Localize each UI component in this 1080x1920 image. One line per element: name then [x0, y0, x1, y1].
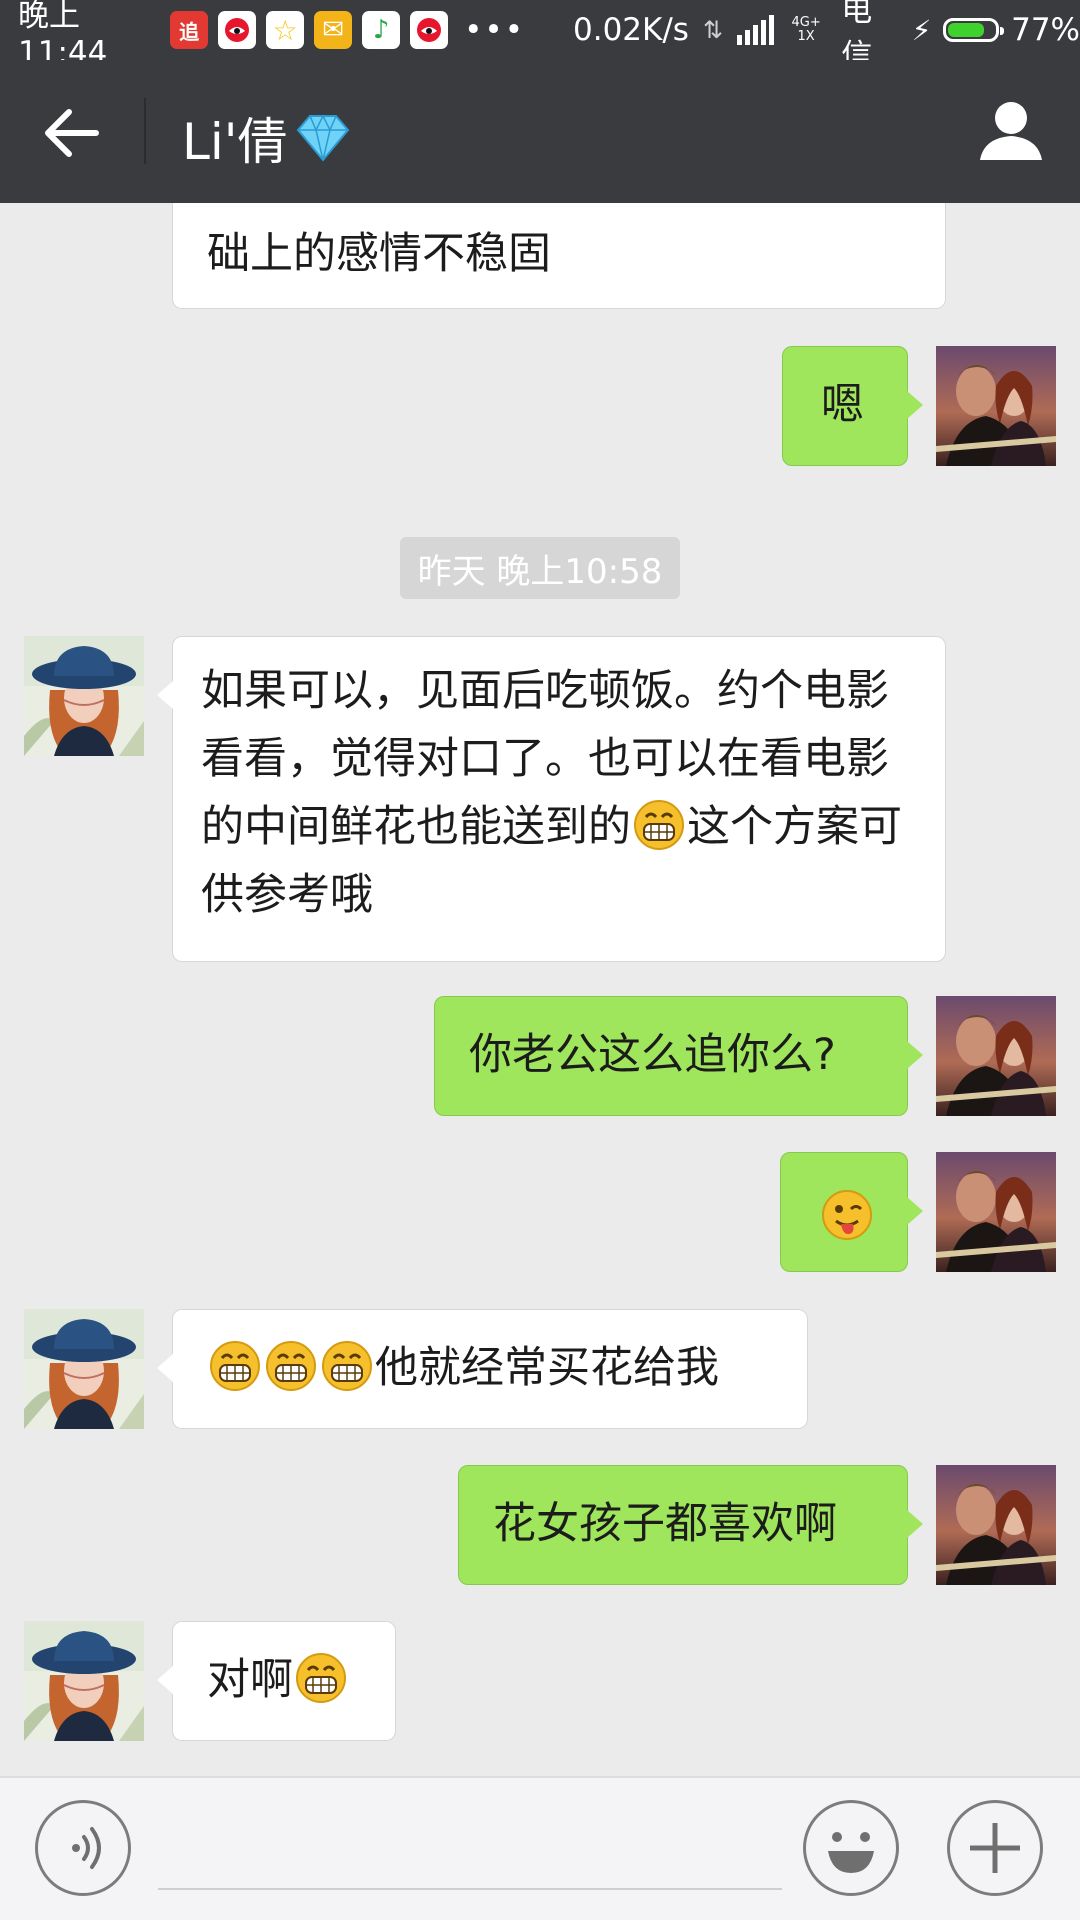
grinning-emoji — [321, 1340, 373, 1392]
plus-icon — [970, 1823, 1020, 1873]
more-notifications-indicator: ••• — [464, 12, 525, 48]
message-text: 础上的感情不稳固 — [207, 229, 551, 279]
contact-avatar[interactable] — [24, 1621, 144, 1741]
notification-icons: 追 ☆ ✉ ♪ — [170, 11, 458, 49]
message-bubble-received[interactable]: 如果可以，见面后吃顿饭。约个电影看看，觉得对口了。也可以在看电影的中间鲜花也能送… — [157, 636, 946, 962]
my-avatar[interactable] — [936, 346, 1056, 466]
zhui-app-icon: 追 — [170, 11, 209, 49]
network-type: 4G+ 1X — [791, 15, 821, 44]
signal-icon — [737, 15, 777, 45]
winking-tongue-emoji — [821, 1189, 873, 1241]
grinning-emoji — [265, 1340, 317, 1392]
battery-level — [948, 23, 984, 37]
chat-title: Li'倩 — [182, 102, 352, 174]
contact-avatar[interactable] — [24, 636, 144, 756]
message-bubble-sent[interactable] — [780, 1152, 923, 1272]
message-bubble-received[interactable]: 对啊 — [157, 1621, 396, 1741]
voice-input-button[interactable] — [35, 1800, 131, 1896]
music-app-icon: ♪ — [362, 11, 401, 49]
my-avatar[interactable] — [936, 996, 1056, 1116]
message-input-bar — [0, 1776, 1080, 1920]
message-bubble-sent[interactable]: 嗯 — [782, 346, 923, 466]
mail-icon: ✉ — [314, 11, 353, 49]
star-app-icon: ☆ — [266, 11, 305, 49]
message-text: 你老公这么追你么? — [469, 1030, 836, 1080]
message-list[interactable]: 础上的感情不稳固 嗯 昨天 晚上10:58 如果可以，见面后吃顿饭。约个电影看看… — [0, 203, 1080, 1776]
data-transfer-icon: ⇅ — [702, 16, 724, 44]
weibo-icon-2 — [410, 11, 449, 49]
message-bubble-sent[interactable]: 花女孩子都喜欢啊 — [458, 1465, 923, 1585]
contact-name: Li'倩 — [182, 113, 288, 171]
weibo-icon — [218, 11, 257, 49]
contact-profile-button[interactable] — [978, 98, 1044, 164]
message-text: 他就经常买花给我 — [375, 1343, 719, 1393]
my-avatar[interactable] — [936, 1465, 1056, 1585]
contact-avatar[interactable] — [24, 1309, 144, 1429]
grinning-emoji — [295, 1652, 347, 1704]
smiley-icon — [828, 1832, 874, 1873]
message-bubble-received[interactable]: 他就经常买花给我 — [157, 1309, 808, 1429]
person-icon — [980, 102, 1042, 160]
grinning-emoji — [209, 1340, 261, 1392]
back-button[interactable] — [36, 98, 106, 168]
message-text: 嗯 — [821, 380, 864, 430]
message-text: 对啊 — [207, 1655, 293, 1705]
back-arrow-icon — [45, 109, 99, 157]
emoji-button[interactable] — [803, 1800, 899, 1896]
chat-header: Li'倩 — [0, 60, 1080, 203]
network-speed: 0.02K/s — [573, 12, 689, 48]
charging-icon: ⚡ — [911, 13, 932, 47]
status-bar: 晚上11:44 追 ☆ ✉ ♪ ••• 0.02K/s ⇅ 4G+ 1X 电信 … — [0, 0, 1080, 74]
message-text: 花女孩子都喜欢啊 — [493, 1499, 837, 1549]
header-divider — [144, 98, 146, 164]
message-timestamp: 昨天 晚上10:58 — [400, 537, 680, 599]
message-input[interactable] — [158, 1818, 782, 1890]
battery-percent: 77% — [1011, 12, 1080, 48]
voice-icon — [72, 1827, 101, 1869]
more-options-button[interactable] — [947, 1800, 1043, 1896]
message-bubble-received[interactable]: 础上的感情不稳固 — [172, 203, 946, 309]
my-avatar[interactable] — [936, 1152, 1056, 1272]
battery-icon — [943, 18, 1005, 42]
grinning-emoji — [633, 799, 685, 851]
diamond-icon — [296, 114, 349, 162]
message-bubble-sent[interactable]: 你老公这么追你么? — [434, 996, 923, 1116]
